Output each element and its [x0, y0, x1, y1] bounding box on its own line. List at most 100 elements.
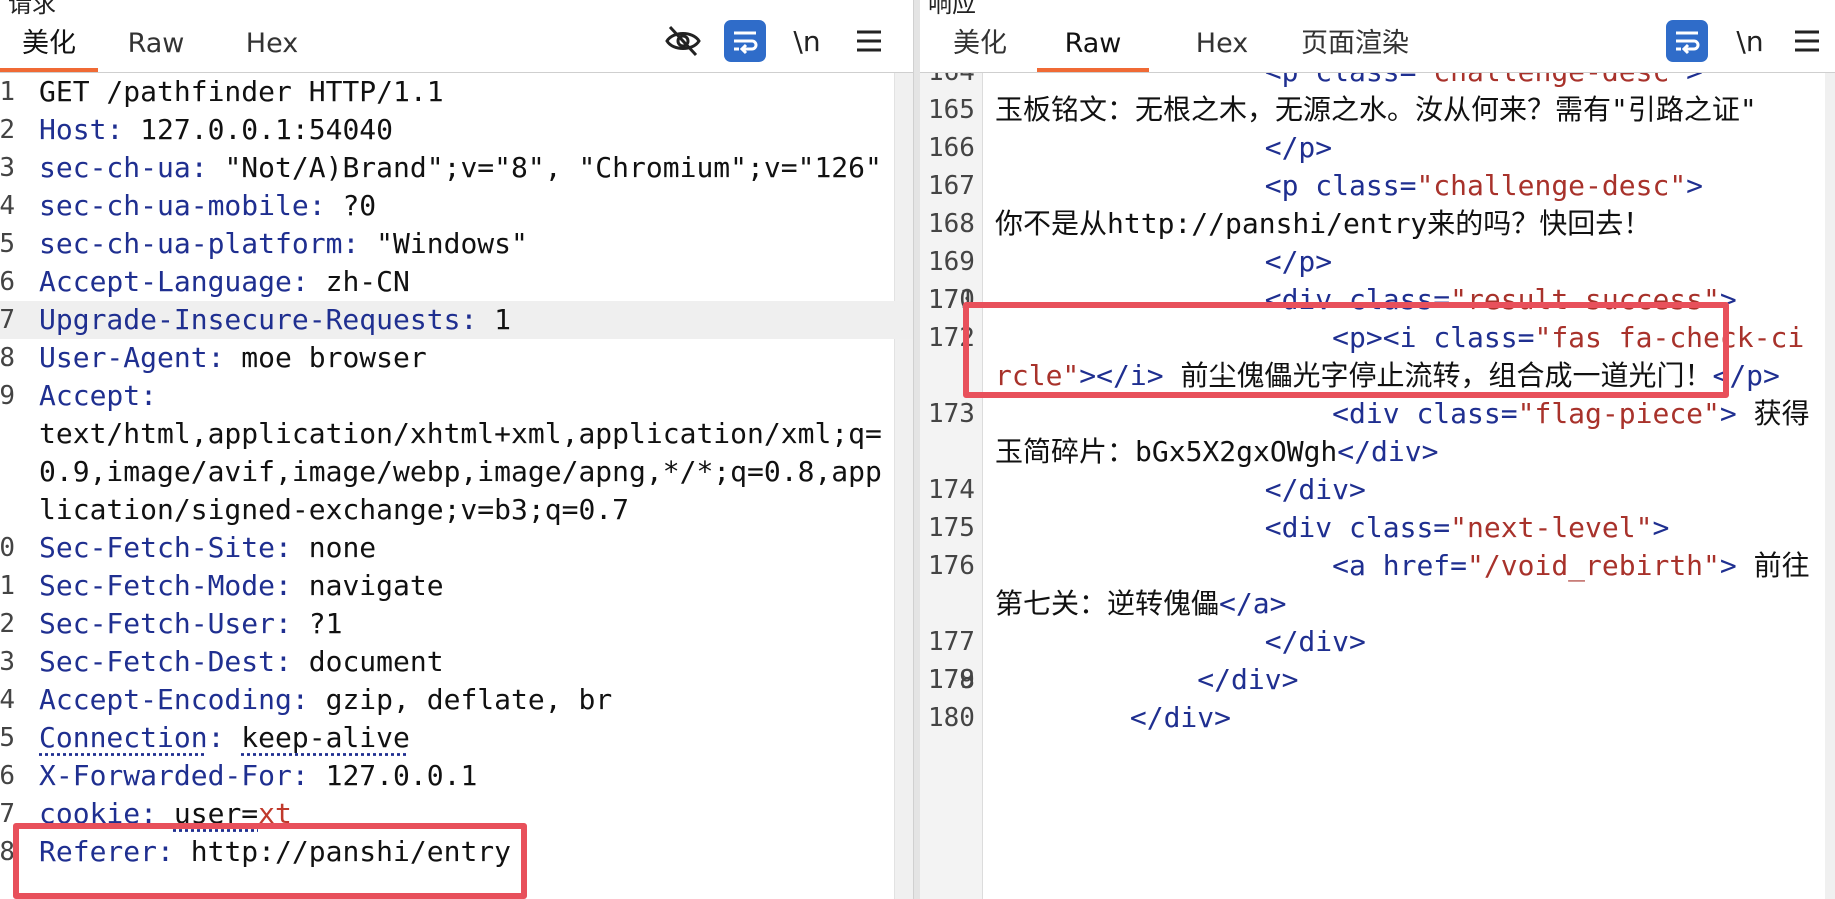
request-tab-raw[interactable]: Raw [113, 22, 199, 72]
header-value: 127.0.0.1 [325, 759, 478, 792]
request-line[interactable]: 4 sec-ch-ua-mobile: ?0 [0, 187, 915, 225]
token-tag: > [1719, 549, 1737, 582]
response-line[interactable]: 177 </div> [920, 623, 1835, 661]
request-line[interactable]: 5 sec-ch-ua-platform: "Windows" [0, 225, 915, 263]
header-value: moe browser [241, 341, 427, 374]
hamburger-menu-icon[interactable] [848, 20, 890, 62]
response-line[interactable]: 175 <div class="next-level"> [920, 509, 1835, 547]
eye-slash-icon[interactable] [662, 20, 704, 62]
token-txt: 你不是从http://panshi/entry来的吗？快回去！ [995, 207, 1652, 240]
code-text: 你不是从http://panshi/entry来的吗？快回去！ [995, 205, 1815, 243]
request-line[interactable]: 1 GET /pathfinder HTTP/1.1 [0, 73, 915, 111]
header-value: navigate [308, 569, 444, 602]
response-line[interactable]: 166 </p> [920, 129, 1835, 167]
wrap-lines-icon[interactable] [1666, 20, 1708, 62]
header-value: ?1 [308, 607, 343, 640]
code-text: </div> [995, 623, 1815, 661]
line-number: 175 [928, 513, 975, 543]
response-line[interactable]: 169 </p> [920, 243, 1835, 281]
wrap-lines-icon[interactable] [724, 20, 766, 62]
response-line[interactable]: 176 <a href="/void_rebirth"> 前往第七关：逆转傀儡<… [920, 547, 1835, 623]
request-line[interactable]: 1 Sec-Fetch-Mode: navigate [0, 567, 915, 605]
code-text: sec-ch-ua: "Not/A)Brand";v="8", "Chromiu… [39, 151, 882, 184]
code-text: X-Forwarded-For: 127.0.0.1 [39, 759, 478, 792]
request-line[interactable]: 6 Accept-Language: zh-CN [0, 263, 915, 301]
code-text: Upgrade-Insecure-Requests: 1 [39, 303, 512, 336]
response-line[interactable]: 167 <p class="challenge-desc"> [920, 167, 1835, 205]
token-tag: </div> [1129, 701, 1232, 734]
newline-toggle-button[interactable]: \n [786, 20, 828, 62]
token-tag: > [1686, 73, 1703, 88]
code-text: sec-ch-ua-mobile: ?0 [39, 189, 377, 222]
line-number: 166 [928, 133, 975, 163]
response-line[interactable]: 你不是从http://panshi/entry来的吗？快回去！ [920, 205, 1835, 243]
request-tab-hex[interactable]: Hex [232, 22, 312, 72]
header-value: 127.0.0.1:54040 [140, 113, 394, 146]
code-text: </div> [995, 471, 1815, 509]
request-line[interactable]: 6 X-Forwarded-For: 127.0.0.1 [0, 757, 915, 795]
code-text: cookie: user=xt [39, 797, 292, 830]
request-tab-pretty[interactable]: 美化 [0, 22, 98, 72]
response-line[interactable]: 179 </div> [920, 661, 1835, 699]
token-tag: <div [1332, 397, 1417, 430]
request-line[interactable]: 2 Sec-Fetch-User: ?1 [0, 605, 915, 643]
line-number: 9 [0, 381, 15, 411]
response-tab-pretty[interactable]: 美化 [948, 22, 1012, 72]
response-line[interactable]: 173 <div class="flag-piece"> 获得玉简碎片：bGx5… [920, 395, 1835, 471]
header-key: Sec-Fetch-Mode [39, 569, 276, 602]
header-key: sec-ch-ua [39, 151, 191, 184]
request-line[interactable]: 2 Host: 127.0.0.1:54040 [0, 111, 915, 149]
response-tab-hex[interactable]: Hex [1182, 22, 1262, 72]
header-value: 1 [494, 303, 512, 336]
token-attr: class= [1433, 321, 1535, 354]
header-key: Sec-Fetch-Site [39, 531, 276, 564]
response-line[interactable]: 174 </div> [920, 471, 1835, 509]
code-text: Accept-Encoding: gzip, deflate, br [39, 683, 613, 716]
header-key: Host [39, 113, 107, 146]
line-number: 167 [928, 171, 975, 201]
line-number: 3 [0, 153, 15, 183]
request-line[interactable]: 7 Upgrade-Insecure-Requests: 1 [0, 301, 915, 339]
request-editor[interactable]: 1 GET /pathfinder HTTP/1.1 2 Host: 127.0.0.… [0, 73, 915, 899]
code-text: <div class="flag-piece"> 获得玉简碎片：bGx5X2gx… [995, 395, 1815, 471]
token-tag: <p [1264, 169, 1316, 202]
line-number: 1 [0, 77, 15, 107]
line-number: 5 [0, 723, 15, 753]
response-line[interactable]: 172 <p><i class="fas fa-check-circle"></… [920, 319, 1835, 395]
request-line[interactable]: 7 cookie: user=xt [0, 795, 915, 833]
request-line[interactable]: 8 User-Agent: moe browser [0, 339, 915, 377]
hamburger-menu-icon[interactable] [1786, 20, 1828, 62]
line-number: 169 [928, 247, 975, 277]
request-line[interactable]: 8 Referer: http://panshi/entry [0, 833, 915, 871]
response-tab-raw[interactable]: Raw [1037, 22, 1149, 72]
response-editor[interactable]: 164 <p class="challenge-desc">165玉板铭文：无根… [920, 73, 1835, 899]
request-lines: 1 GET /pathfinder HTTP/1.1 2 Host: 127.0.0.… [0, 73, 915, 871]
token-tag: <div [1264, 283, 1350, 316]
line-number: 7 [0, 799, 15, 829]
newline-toggle-button[interactable]: \n [1729, 20, 1771, 62]
response-line[interactable]: 164 <p class="challenge-desc"> [920, 73, 1835, 91]
request-line[interactable]: 9 Accept: text/html,application/xhtml+xml… [0, 377, 915, 529]
request-line[interactable]: 0 Sec-Fetch-Site: none [0, 529, 915, 567]
response-tab-render[interactable]: 页面渲染 [1293, 22, 1417, 72]
request-line[interactable]: 3 sec-ch-ua: "Not/A)Brand";v="8", "Chromi… [0, 149, 915, 187]
header-value: http://panshi/entry [190, 835, 512, 868]
token-aval: "/void_rebirth" [1467, 549, 1720, 582]
token-tag: > [1719, 283, 1737, 316]
line-number: 174 [928, 475, 975, 505]
response-line[interactable]: 玉板铭文：无根之木，无源之水。汝从何来？需有"引路之证" [920, 91, 1835, 129]
token-attr: class= [1349, 511, 1451, 544]
request-line[interactable]: 3 Sec-Fetch-Dest: document [0, 643, 915, 681]
request-line[interactable]: 5 Connection: keep-alive [0, 719, 915, 757]
token-tag: </div> [1197, 663, 1299, 696]
code-text: Sec-Fetch-User: ?1 [39, 607, 343, 640]
response-line[interactable]: 171 <div class="result success"> [920, 281, 1835, 319]
request-line[interactable]: 4 Accept-Encoding: gzip, deflate, br [0, 681, 915, 719]
header-key: cookie [39, 797, 141, 830]
code-text: sec-ch-ua-platform: "Windows" [39, 227, 528, 260]
response-line[interactable]: 180 </div> [920, 699, 1835, 737]
token-tag: </p> [1264, 131, 1333, 164]
